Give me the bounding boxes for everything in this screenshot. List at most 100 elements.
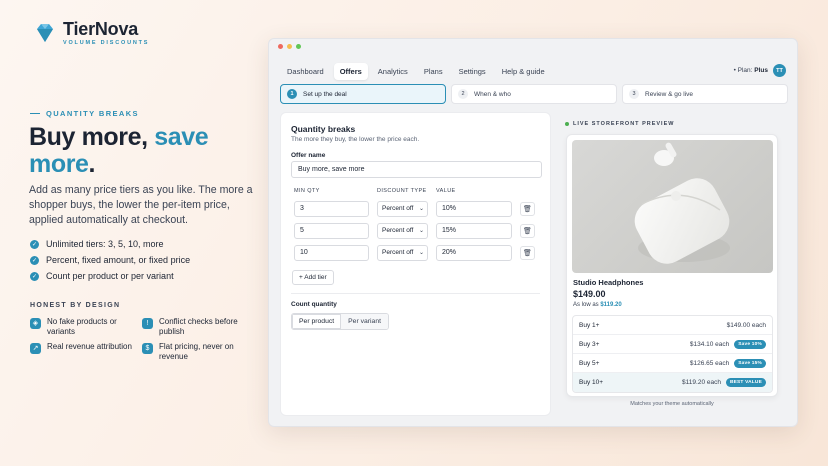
brand: TierNova VOLUME DISCOUNTS [33, 20, 149, 46]
tab-analytics[interactable]: Analytics [372, 63, 414, 80]
feature-item: ✓ Count per product or per variant [30, 268, 190, 284]
tier-right: $134.10 each Save 10% [690, 339, 766, 349]
discount-type-select[interactable]: Percent off ⌄ [377, 201, 428, 217]
top-nav: Dashboard Offers Analytics Plans Setting… [281, 63, 551, 80]
as-low-as: As low as $119.20 [573, 302, 622, 308]
step-number: 3 [629, 89, 639, 99]
eyebrow-rule [30, 113, 40, 114]
honest-title: HONEST BY DESIGN [30, 302, 121, 309]
product-name: Studio Headphones [573, 278, 644, 287]
min-qty-input[interactable]: 3 [294, 201, 369, 217]
headline-plain: Buy more, [29, 123, 155, 151]
step-label: Set up the deal [303, 90, 347, 98]
tier-option[interactable]: Buy 1+ $149.00 each [573, 316, 772, 335]
check-icon: ✓ [30, 255, 39, 265]
add-tier-button[interactable]: + Add tier [292, 270, 334, 285]
live-dot-icon [565, 122, 569, 126]
chevron-down-icon: ⌄ [418, 206, 424, 212]
feature-checklist: ✓ Unlimited tiers: 3, 5, 10, more ✓ Percen… [30, 236, 190, 284]
offer-name-label: Offer name [291, 152, 326, 159]
headline: Buy more, save more. [29, 124, 259, 178]
tier-table: Buy 1+ $149.00 each Buy 3+ $134.10 each S… [572, 315, 773, 393]
discount-type-value: Percent off [382, 249, 414, 256]
headline-accent-2: more [29, 150, 89, 178]
offer-name-input[interactable]: Buy more, save more [291, 161, 542, 178]
header-discount-type: DISCOUNT TYPE [377, 188, 427, 194]
discount-type-value: Percent off [382, 227, 414, 234]
feature-item: ✓ Unlimited tiers: 3, 5, 10, more [30, 236, 190, 252]
discount-type-select[interactable]: Percent off ⌄ [377, 223, 428, 239]
tab-help[interactable]: Help & guide [496, 63, 551, 80]
delete-tier-button[interactable]: 🗑 [520, 224, 535, 238]
delete-tier-button[interactable]: 🗑 [520, 202, 535, 216]
tier-right: $126.65 each Save 15% [689, 358, 766, 368]
step-setup[interactable]: 1 Set up the deal [280, 84, 446, 104]
honest-item: ◈ No fake products or variants [30, 317, 142, 337]
trash-icon: 🗑 [523, 206, 532, 213]
check-icon: ✓ [30, 239, 39, 249]
honest-text: Flat pricing, never on revenue [159, 342, 234, 361]
save-badge: Save 10% [734, 339, 766, 349]
discount-type-value: Percent off [382, 205, 414, 212]
tier-right: $149.00 each [727, 322, 766, 329]
storefront-preview: Studio Headphones $149.00 As low as $119… [566, 134, 778, 397]
tier-label: Buy 1+ [579, 321, 600, 329]
delete-tier-button[interactable]: 🗑 [520, 246, 535, 260]
tab-plans[interactable]: Plans [418, 63, 449, 80]
alert-icon: ! [142, 318, 153, 329]
step-label: Review & go live [645, 90, 694, 98]
honest-grid: ◈ No fake products or variants ! Conflict … [30, 317, 260, 362]
value-input[interactable]: 15% [436, 223, 512, 239]
tier-price: $119.20 each [682, 379, 721, 386]
honest-item: ! Conflict checks before publish [142, 317, 254, 337]
feature-item: ✓ Percent, fixed amount, or fixed price [30, 252, 190, 268]
plan-indicator: • Plan: Plus TT [734, 64, 786, 77]
titlebar [269, 39, 797, 53]
value-input[interactable]: 20% [436, 245, 512, 261]
min-qty-input[interactable]: 10 [294, 245, 369, 261]
honest-item: ↗ Real revenue attribution [30, 342, 142, 362]
feature-text: Percent, fixed amount, or fixed price [46, 255, 191, 265]
per-variant-option[interactable]: Per variant [341, 314, 389, 329]
step-when-who[interactable]: 2 When & who [451, 84, 617, 104]
min-qty-input[interactable]: 5 [294, 223, 369, 239]
feature-text: Unlimited tiers: 3, 5, 10, more [46, 239, 164, 249]
plan-name: Plus [754, 67, 768, 74]
card-title: Quantity breaks [291, 124, 356, 134]
discount-type-select[interactable]: Percent off ⌄ [377, 245, 428, 261]
count-quantity-toggle: Per product Per variant [291, 313, 390, 330]
as-low-value: $119.20 [600, 302, 622, 308]
tier-label: Buy 10+ [579, 379, 604, 386]
honest-item: $ Flat pricing, never on revenue [142, 342, 254, 362]
product-image [572, 140, 773, 273]
honest-text: No fake products or variants [47, 317, 117, 336]
tab-settings[interactable]: Settings [453, 63, 492, 80]
count-quantity-label: Count quantity [291, 301, 337, 308]
brand-tagline: VOLUME DISCOUNTS [63, 40, 150, 46]
per-product-option[interactable]: Per product [292, 314, 342, 329]
tab-dashboard[interactable]: Dashboard [281, 63, 330, 80]
trash-icon: 🗑 [523, 228, 532, 235]
eyebrow: QUANTITY BREAKS [30, 109, 139, 118]
close-dot[interactable] [278, 43, 283, 49]
maximize-dot[interactable] [296, 43, 301, 49]
preview-label-text: LIVE STOREFRONT PREVIEW [573, 121, 675, 127]
step-review[interactable]: 3 Review & go live [622, 84, 788, 104]
minimize-dot[interactable] [287, 43, 292, 49]
header-value: VALUE [436, 188, 456, 194]
quantity-breaks-card: Quantity breaks The more they buy, the l… [280, 112, 551, 416]
preview-label: LIVE STOREFRONT PREVIEW [565, 121, 674, 127]
step-number: 2 [458, 89, 468, 99]
lede: Add as many price tiers as you like. The… [29, 184, 253, 226]
step-number: 1 [287, 89, 297, 99]
tier-option[interactable]: Buy 3+ $134.10 each Save 10% [573, 335, 772, 354]
tier-option[interactable]: Buy 10+ $119.20 each BEST VALUE [573, 373, 772, 392]
tab-offers[interactable]: Offers [333, 63, 368, 80]
tier-option[interactable]: Buy 5+ $126.65 each Save 15% [573, 354, 772, 373]
tier-row: 3 Percent off ⌄ 10% 🗑 [294, 201, 544, 217]
tier-price: $126.65 each [689, 359, 730, 367]
plan-prefix: • Plan: [733, 67, 755, 74]
value-input[interactable]: 10% [436, 201, 512, 217]
as-low-prefix: As low as [573, 302, 601, 308]
avatar[interactable]: TT [773, 64, 786, 77]
